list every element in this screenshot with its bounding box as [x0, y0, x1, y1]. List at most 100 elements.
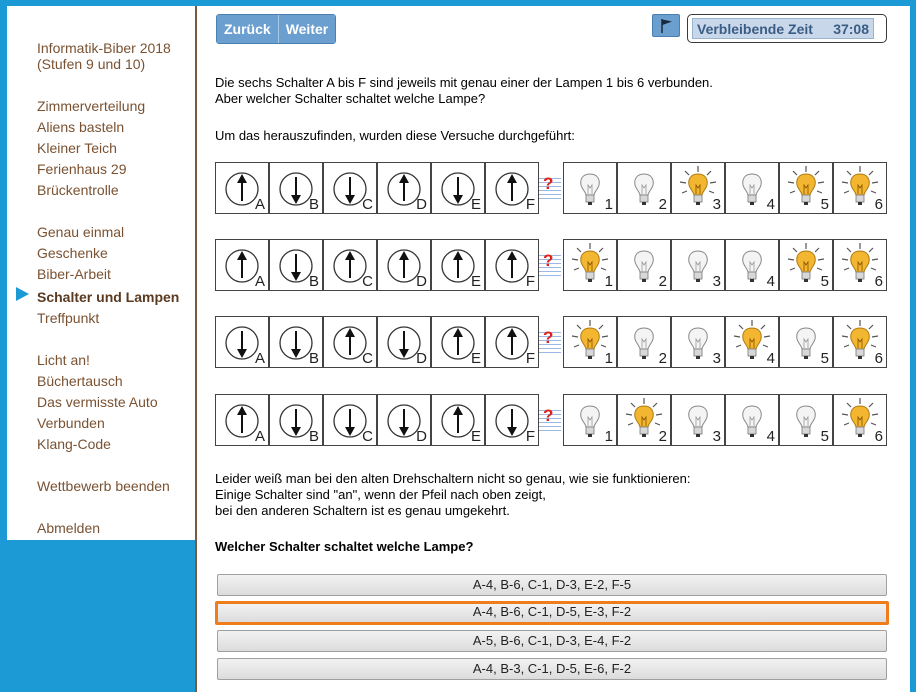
lamp-2-on: 2 [617, 394, 671, 446]
lamp-2-off: 2 [617, 239, 671, 291]
switch-letter: F [525, 350, 535, 367]
lamp-3-off: 3 [671, 239, 725, 291]
sidebar-item-biber-arbeit[interactable]: Biber-Arbeit [37, 266, 111, 282]
answer-option-4[interactable]: A-4, B-3, C-1, D-5, E-6, F-2 [217, 658, 887, 680]
answer-option-2[interactable]: A-4, B-6, C-1, D-5, E-3, F-2 [215, 601, 889, 625]
sidebar-item-buechertausch[interactable]: Büchertausch [37, 373, 123, 389]
lamp-number: 4 [766, 350, 775, 367]
sidebar-item-verbunden[interactable]: Verbunden [37, 415, 105, 431]
switch-letter: C [362, 273, 373, 290]
end-contest-link[interactable]: Wettbewerb beenden [37, 478, 170, 494]
lamp-5-off: 5 [779, 394, 833, 446]
sidebar-item-genau-einmal[interactable]: Genau einmal [37, 224, 124, 240]
task-intro-line2: Aber welcher Schalter schaltet welche La… [215, 91, 486, 106]
sidebar-item-klang-code[interactable]: Klang-Code [37, 436, 111, 452]
lamp-3-off: 3 [671, 394, 725, 446]
switch-letter: C [362, 428, 373, 445]
lamp-5-off: 5 [779, 316, 833, 368]
switch-E-up: E [431, 239, 485, 291]
lamp-6-on: 6 [833, 394, 887, 446]
lamp-5-on: 5 [779, 239, 833, 291]
lamp-4-off: 4 [725, 394, 779, 446]
switch-letter: F [525, 273, 535, 290]
switch-A-down: A [215, 316, 269, 368]
sidebar-item-aliens-basteln[interactable]: Aliens basteln [37, 119, 124, 135]
lamp-2-off: 2 [617, 162, 671, 214]
lamp-1-on: 1 [563, 316, 617, 368]
switch-D-down: D [377, 316, 431, 368]
switch-letter: E [470, 350, 481, 367]
lamp-1-on: 1 [563, 239, 617, 291]
sidebar-item-brueckentrolle[interactable]: Brückentrolle [37, 182, 119, 198]
question-heading: Welcher Schalter schaltet welche Lampe? [215, 539, 474, 554]
lamp-number: 6 [874, 350, 883, 367]
switch-letter: B [308, 350, 319, 367]
answer-option-3[interactable]: A-5, B-6, C-1, D-3, E-4, F-2 [217, 630, 887, 652]
remaining-time-value: 37:08 [833, 21, 869, 37]
lamp-number: 1 [604, 196, 613, 213]
switch-letter: E [470, 196, 481, 213]
switch-E-down: E [431, 162, 485, 214]
sidebar-item-zimmerverteilung[interactable]: Zimmerverteilung [37, 98, 145, 114]
lamp-6-on: 6 [833, 239, 887, 291]
switch-letter: A [254, 428, 265, 445]
sidebar-item-ferienhaus-29[interactable]: Ferienhaus 29 [37, 161, 127, 177]
experiments-intro: Um das herauszufinden, wurden diese Vers… [215, 128, 575, 143]
switch-A-up: A [215, 239, 269, 291]
switch-letter: F [525, 428, 535, 445]
back-button[interactable]: Zurück [217, 15, 278, 43]
sidebar-item-geschenke[interactable]: Geschenke [37, 245, 108, 261]
lamp-2-off: 2 [617, 316, 671, 368]
experiment-row-4: A B C D E F? 1 2 3 4 5 6 [215, 394, 888, 446]
experiment-row-3: A B C D E F? 1 2 3 4 5 6 [215, 316, 888, 368]
switch-B-down: B [269, 316, 323, 368]
lamp-number: 3 [712, 196, 721, 213]
switch-letter: B [308, 196, 319, 213]
switch-letter: A [254, 273, 265, 290]
lamp-number: 6 [874, 428, 883, 445]
sidebar-item-schalter-und-lampen[interactable]: Schalter und Lampen [37, 289, 179, 305]
note-line1: Leider weiß man bei den alten Drehschalt… [215, 471, 691, 486]
lamp-4-off: 4 [725, 239, 779, 291]
lamp-6-on: 6 [833, 162, 887, 214]
experiment-row-2: A B C D E F? 1 2 3 4 5 6 [215, 239, 888, 291]
lamp-number: 1 [604, 428, 613, 445]
lamp-number: 6 [874, 273, 883, 290]
sidebar-item-kleiner-teich[interactable]: Kleiner Teich [37, 140, 117, 156]
switch-A-up: A [215, 394, 269, 446]
logout-link[interactable]: Abmelden [37, 520, 100, 536]
switch-B-down: B [269, 162, 323, 214]
sidebar-item-treffpunkt[interactable]: Treffpunkt [37, 310, 99, 326]
contest-title: Informatik-Biber 2018 [37, 40, 171, 56]
question-mark: ? [543, 328, 554, 347]
answer-option-1[interactable]: A-4, B-6, C-1, D-3, E-2, F-5 [217, 574, 887, 596]
switch-letter: A [254, 350, 265, 367]
switch-F-up: F [485, 162, 539, 214]
task-intro-line1: Die sechs Schalter A bis F sind jeweils … [215, 75, 713, 90]
switch-B-down: B [269, 394, 323, 446]
lamp-number: 4 [766, 196, 775, 213]
sidebar: Informatik-Biber 2018 (Stufen 9 und 10) … [7, 6, 195, 540]
switch-letter: E [470, 428, 481, 445]
switch-A-up: A [215, 162, 269, 214]
next-button[interactable]: Weiter [277, 15, 336, 43]
switch-letter: D [416, 428, 427, 445]
lamp-number: 5 [820, 428, 829, 445]
switch-F-down: F [485, 394, 539, 446]
lamp-number: 4 [766, 428, 775, 445]
flag-button[interactable] [652, 14, 680, 37]
sidebar-item-licht-an[interactable]: Licht an! [37, 352, 90, 368]
lamp-number: 6 [874, 196, 883, 213]
switch-letter: C [362, 196, 373, 213]
lamp-number: 5 [820, 196, 829, 213]
current-task-arrow-icon [16, 287, 29, 301]
lamp-number: 1 [604, 350, 613, 367]
sidebar-item-das-vermisste-auto[interactable]: Das vermisste Auto [37, 394, 158, 410]
switch-letter: C [362, 350, 373, 367]
remaining-time-box: Verbleibende Zeit 37:08 [687, 14, 887, 43]
lamp-1-off: 1 [563, 394, 617, 446]
lamp-4-on: 4 [725, 316, 779, 368]
note-line3: bei den anderen Schaltern ist es genau u… [215, 503, 510, 518]
switch-letter: D [416, 273, 427, 290]
switch-E-up: E [431, 394, 485, 446]
